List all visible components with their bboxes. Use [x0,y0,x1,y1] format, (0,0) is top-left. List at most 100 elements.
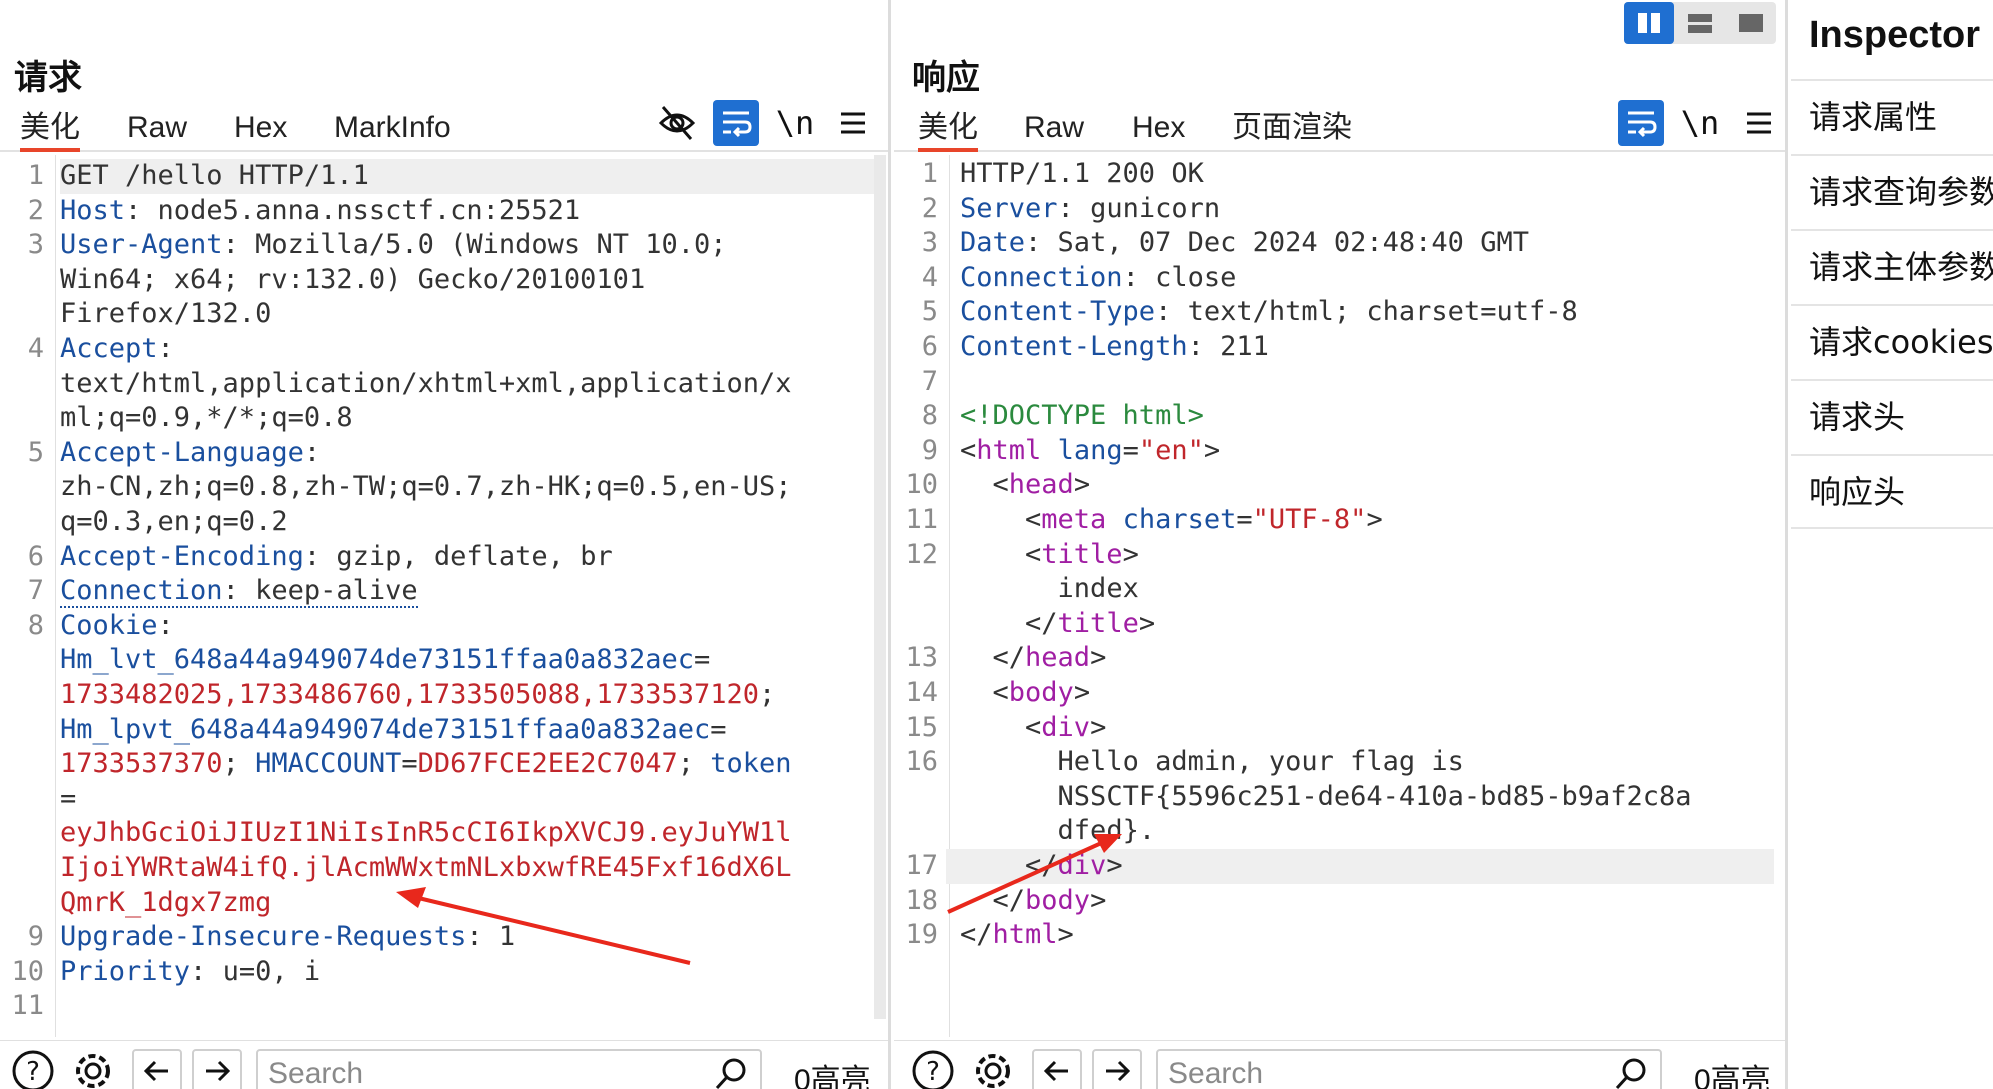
request-search-box[interactable] [256,1049,762,1089]
help-icon[interactable]: ? [908,1049,958,1089]
code-line: <head> [960,469,1091,501]
code-line: <title> [960,538,1139,570]
request-tab-markinfo[interactable]: MarkInfo [334,108,451,152]
line-number: 10 [905,469,938,501]
code-line: GET /hello HTTP/1.1 [60,160,369,191]
line-number: 5 [27,436,44,468]
gear-icon[interactable] [68,1049,118,1089]
code-line: User-Agent: Mozilla/5.0 (Windows NT 10.0… [60,229,727,261]
svg-text:?: ? [926,1057,940,1087]
code-line-wrap: index [1057,573,1139,605]
code-line: Accept: [60,333,174,364]
newline-toggle-button[interactable]: \n [1677,100,1723,146]
line-number: 9 [921,434,938,466]
svg-text:?: ? [26,1057,40,1087]
line-number: 11 [11,990,44,1022]
flag-line: dfed}. [1057,815,1156,847]
response-footer: ? 0高亮 [894,1040,1785,1089]
split-vertical-icon[interactable] [1624,2,1674,44]
line-number: 10 [11,955,44,987]
wrap-lines-icon[interactable] [713,100,759,146]
line-number: 4 [27,333,44,364]
line-number: 1 [27,160,44,191]
newline-toggle-button[interactable]: \n [772,100,818,146]
code-line: Date: Sat, 07 Dec 2024 02:48:40 GMT [960,227,1529,259]
request-tab-beautify[interactable]: 美化 [20,108,80,152]
cookie-line: 1733537370; HMACCOUNT=DD67FCE2EE2C7047; … [60,748,792,780]
line-number: 8 [921,400,938,432]
code-line-wrap: Firefox/132.0 [60,298,272,330]
single-pane-icon[interactable] [1726,2,1776,44]
line-number: 5 [921,296,938,328]
request-tab-hex[interactable]: Hex [234,108,287,152]
code-line-wrap: ml;q=0.9,*/*;q=0.8 [60,402,353,434]
response-tab-hex[interactable]: Hex [1132,108,1185,152]
code-line: <meta charset="UTF-8"> [960,504,1383,535]
response-editor[interactable]: 1 2 3 4 5 6 7 8 9 10 11 12 13 14 15 16 1… [894,155,1785,1037]
cookie-line: = [60,782,77,814]
code-line: Accept-Encoding: gzip, deflate, br [60,540,613,572]
token-line: QmrK_1dgx7zmg [60,886,272,918]
request-title: 请求 [14,58,82,98]
response-highlight-count: 0高亮 [1694,1064,1771,1089]
request-editor[interactable]: 1 2 3 4 5 6 7 8 9 10 11 GET /hello HTTP/… [0,155,888,1037]
inspector-item-query-params[interactable]: 请求查询参数 [1791,154,1993,229]
gear-icon[interactable] [968,1049,1018,1089]
request-footer: ? 0高亮 [0,1040,888,1089]
response-gutter: 1 2 3 4 5 6 7 8 9 10 11 12 13 14 15 16 1… [894,155,950,1037]
line-number: 4 [921,261,938,293]
line-number: 6 [27,540,44,572]
response-search-input[interactable] [1168,1057,1600,1089]
wrap-lines-icon[interactable] [1618,100,1664,146]
request-scrollbar[interactable] [874,155,886,1019]
previous-match-button[interactable] [132,1049,182,1089]
request-highlight-count: 0高亮 [794,1064,871,1089]
inspector-item-request-cookies[interactable]: 请求cookies [1791,304,1993,379]
code-line: HTTP/1.1 200 OK [960,158,1204,189]
inspector-item-request-headers[interactable]: 请求头 [1791,379,1993,454]
code-line-wrap: Win64; x64; rv:132.0) Gecko/20100101 [60,263,646,295]
request-gutter: 1 2 3 4 5 6 7 8 9 10 11 [0,155,56,1037]
request-pane: 请求 美化 Raw Hex MarkInfo \n 1 2 3 4 5 6 7 … [0,0,891,1089]
line-number: 6 [921,331,938,362]
previous-match-button[interactable] [1032,1049,1082,1089]
line-number: 17 [905,850,938,881]
line-number: 2 [921,192,938,224]
line-number: 19 [905,919,938,951]
inspector-title: Inspector [1809,14,1981,56]
response-tab-raw[interactable]: Raw [1024,108,1084,152]
inspector-item-request-attributes[interactable]: 请求属性 [1791,79,1993,154]
response-tab-beautify[interactable]: 美化 [918,108,978,152]
response-title: 响应 [912,58,980,98]
inspector-item-response-headers[interactable]: 响应头 [1791,454,1993,529]
line-number: 7 [27,575,44,607]
split-horizontal-icon[interactable] [1675,2,1725,44]
search-icon[interactable] [714,1057,748,1089]
line-number: 11 [905,504,938,535]
request-search-input[interactable] [268,1057,700,1089]
help-icon[interactable]: ? [8,1049,58,1089]
menu-icon[interactable] [1736,100,1782,146]
next-match-button[interactable] [192,1049,242,1089]
cookie-line: Hm_lpvt_648a44a949074de73151ffaa0a832aec… [60,713,727,745]
code-line-wrap: </title> [960,607,1156,639]
search-icon[interactable] [1614,1057,1648,1089]
inspector-panel: Inspector 请求属性 请求查询参数 请求主体参数 请求cookies 请… [1791,0,1993,1089]
layout-switch [1624,2,1776,44]
inspector-item-body-params[interactable]: 请求主体参数 [1791,229,1993,304]
flag-line: NSSCTF{5596c251-de64-410a-bd85-b9af2c8a [1057,780,1692,812]
code-line-wrap: zh-CN,zh;q=0.8,zh-TW;q=0.7,zh-HK;q=0.5,e… [60,471,792,503]
cookie-line: 1733482025,1733486760,1733505088,1733537… [60,679,776,710]
code-line: Cookie: [60,609,174,641]
request-tab-raw[interactable]: Raw [127,108,187,152]
token-line: eyJhbGciOiJIUzI1NiIsInR5cCI6IkpXVCJ9.eyJ… [60,817,792,849]
code-line: <body> [960,677,1091,708]
line-number: 14 [905,677,938,708]
code-line: </body> [960,884,1107,916]
response-tab-render[interactable]: 页面渲染 [1232,108,1352,152]
response-search-box[interactable] [1156,1049,1662,1089]
code-line: </div> [960,850,1123,881]
menu-icon[interactable] [830,100,876,146]
next-match-button[interactable] [1092,1049,1142,1089]
hide-eye-icon[interactable] [654,100,700,146]
